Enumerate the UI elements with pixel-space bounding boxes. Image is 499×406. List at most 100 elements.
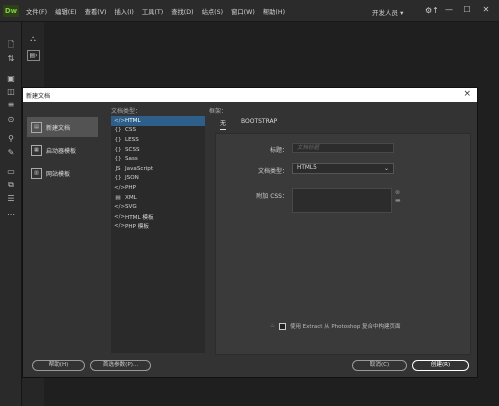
more-tools-icon[interactable]: ⋯ bbox=[6, 210, 16, 219]
doctype-item[interactable]: </> HTML 模板 bbox=[111, 212, 205, 222]
sitemap-icon[interactable]: ⛬ bbox=[27, 34, 39, 44]
tab-none[interactable]: 无 bbox=[220, 118, 227, 130]
help-button[interactable]: 帮助(H) bbox=[32, 360, 85, 371]
doctype-item[interactable]: </> SVG bbox=[111, 202, 205, 212]
title-input[interactable]: 文档标题 bbox=[292, 143, 394, 153]
doctype-label: Sass bbox=[125, 156, 138, 163]
doctype-label: HTML bbox=[125, 117, 141, 124]
extract-option: ♨ 使用 Extract 从 Photoshop 复合中构建页面 bbox=[270, 322, 401, 330]
menu-bar: Dw 文件(F) 编辑(E) 查看(V) 插入(I) 工具(T) 查找(D) 站… bbox=[0, 0, 499, 22]
doctype-icon: {} bbox=[114, 146, 122, 153]
attach-css-list[interactable] bbox=[292, 188, 392, 213]
sidebar-item-starter-templates[interactable]: ▦ 启动器模板 bbox=[27, 140, 98, 160]
brush-icon[interactable]: ✎ bbox=[6, 148, 16, 157]
left-toolbar: 🗋 ⇅ ▣ ◫ ≡ ⊙ ⚲ ✎ ▭ ⧉ ☰ ⋯ bbox=[0, 22, 22, 406]
doctype-label: HTML 模板 bbox=[125, 214, 154, 221]
doctype-icon: </> bbox=[114, 117, 126, 124]
doctype-list-label: 文档类型： bbox=[111, 108, 142, 115]
doctype-label: JavaScript bbox=[125, 165, 154, 172]
doctype-item[interactable]: {} JSON bbox=[111, 174, 205, 184]
menu-help[interactable]: 帮助(H) bbox=[263, 7, 285, 16]
doctype-select-value: HTML5 bbox=[297, 165, 317, 171]
doctype-icon: </> bbox=[114, 213, 126, 220]
target-icon[interactable]: ⊙ bbox=[6, 115, 16, 124]
sidebar-item-site-templates[interactable]: ▥ 网站模板 bbox=[27, 163, 98, 183]
doctype-icon: ▤ bbox=[115, 194, 121, 201]
snippet-icon[interactable]: ⧉ bbox=[6, 180, 16, 189]
sidebar-item-label: 启动器模板 bbox=[46, 147, 77, 155]
new-document-icon: ▤ bbox=[31, 121, 42, 133]
doctype-label: PHP 模板 bbox=[125, 224, 149, 231]
doctype-item[interactable]: ▤ XML bbox=[111, 193, 205, 203]
doctype-label: XML bbox=[125, 194, 137, 201]
doctype-item[interactable]: {} CSS bbox=[111, 126, 205, 136]
list-icon[interactable]: ☰ bbox=[6, 194, 16, 203]
framework-label: 框架： bbox=[209, 108, 228, 115]
doctype-label: SVG bbox=[125, 204, 137, 211]
doctype-label: 文档类型： bbox=[257, 168, 288, 175]
create-button[interactable]: 创建(R) bbox=[412, 360, 469, 371]
site-template-icon: ▥ bbox=[31, 167, 42, 179]
inspect-icon[interactable]: ◫ bbox=[6, 87, 16, 96]
sidebar-item-new-document[interactable]: ▤ 新建文档 bbox=[27, 117, 98, 137]
chevron-down-icon: ⌄ bbox=[383, 165, 389, 172]
starter-template-icon: ▦ bbox=[31, 144, 42, 156]
link-icon[interactable]: ⚲ bbox=[6, 134, 16, 143]
doctype-item[interactable]: {} Sass bbox=[111, 154, 205, 164]
new-document-dialog: 新建文档 × ▤ 新建文档 ▦ 启动器模板 ▥ 网站模板 文档类型： </> HT… bbox=[22, 87, 478, 378]
doctype-item[interactable]: </> PHP 模板 bbox=[111, 222, 205, 232]
doctype-icon: {} bbox=[114, 175, 122, 182]
minimize-icon[interactable]: — bbox=[441, 3, 457, 17]
menu-file[interactable]: 文件(F) bbox=[26, 7, 47, 16]
doctype-icon: {} bbox=[114, 136, 122, 143]
doctype-item[interactable]: {} SCSS bbox=[111, 145, 205, 155]
sidebar-item-label: 网站模板 bbox=[46, 170, 71, 178]
title-label: 标题： bbox=[269, 147, 288, 154]
tab-bootstrap[interactable]: BOOTSTRAP bbox=[241, 118, 277, 127]
remove-css-icon[interactable]: ▬ bbox=[395, 197, 401, 204]
close-window-icon[interactable]: ✕ bbox=[478, 3, 494, 17]
doctype-icon: JS bbox=[115, 165, 121, 172]
doctype-item[interactable]: </> PHP bbox=[111, 183, 205, 193]
dialog-titlebar: 新建文档 × bbox=[23, 88, 477, 102]
extract-label: 使用 Extract 从 Photoshop 复合中构建页面 bbox=[289, 324, 401, 330]
doctype-label: PHP bbox=[125, 184, 136, 191]
sort-icon[interactable]: ⇅ bbox=[6, 54, 16, 63]
doctype-select[interactable]: HTML5 ⌄ bbox=[292, 163, 394, 174]
doctype-label: CSS bbox=[125, 127, 137, 134]
sidebar-item-label: 新建文档 bbox=[46, 124, 71, 132]
doctype-list: </> HTML{} CSS{} LESS{} SCSS{} Sass JS JavaScri… bbox=[111, 116, 205, 353]
live-view-icon[interactable]: ▣ bbox=[6, 74, 16, 83]
open-document-icon[interactable]: 🗋 bbox=[6, 40, 16, 49]
menu-tools[interactable]: 工具(T) bbox=[142, 7, 163, 16]
doctype-icon: {} bbox=[114, 127, 122, 134]
menu-view[interactable]: 查看(V) bbox=[85, 7, 107, 16]
menu-site[interactable]: 站点(S) bbox=[202, 7, 224, 16]
doctype-icon: {} bbox=[114, 156, 122, 163]
dreamweaver-logo-icon: Dw bbox=[3, 5, 19, 17]
main-menus: 文件(F) 编辑(E) 查看(V) 插入(I) 工具(T) 查找(D) 站点(S… bbox=[26, 0, 285, 22]
preferences-button[interactable]: 首选参数(P)... bbox=[90, 360, 151, 371]
doctype-label: JSON bbox=[125, 175, 139, 182]
doctype-icon: </> bbox=[114, 184, 126, 191]
dialog-title: 新建文档 bbox=[26, 93, 51, 100]
close-icon[interactable]: × bbox=[463, 89, 471, 99]
menu-insert[interactable]: 插入(I) bbox=[114, 7, 133, 16]
menu-find[interactable]: 查找(D) bbox=[171, 7, 193, 16]
doctype-icon: </> bbox=[114, 204, 126, 211]
file-icon[interactable]: ▤› bbox=[27, 50, 40, 61]
doctype-item[interactable]: {} LESS bbox=[111, 135, 205, 145]
doctype-icon: </> bbox=[114, 223, 126, 230]
link-css-icon[interactable]: ⊗ bbox=[395, 189, 400, 196]
doctype-item[interactable]: </> HTML bbox=[111, 116, 205, 126]
menu-edit[interactable]: 编辑(E) bbox=[55, 7, 77, 16]
menu-window[interactable]: 窗口(W) bbox=[231, 7, 255, 16]
cancel-button[interactable]: 取消(C) bbox=[352, 360, 407, 371]
gear-icon[interactable]: ⚙↑ bbox=[425, 6, 439, 15]
comment-icon[interactable]: ▭ bbox=[6, 167, 16, 176]
workspace-switcher[interactable]: 开发人员 ▾ bbox=[372, 7, 403, 17]
align-icon[interactable]: ≡ bbox=[6, 100, 16, 109]
maximize-icon[interactable]: ☐ bbox=[459, 3, 475, 17]
doctype-item[interactable]: JS JavaScript bbox=[111, 164, 205, 174]
extract-checkbox[interactable] bbox=[278, 322, 286, 330]
